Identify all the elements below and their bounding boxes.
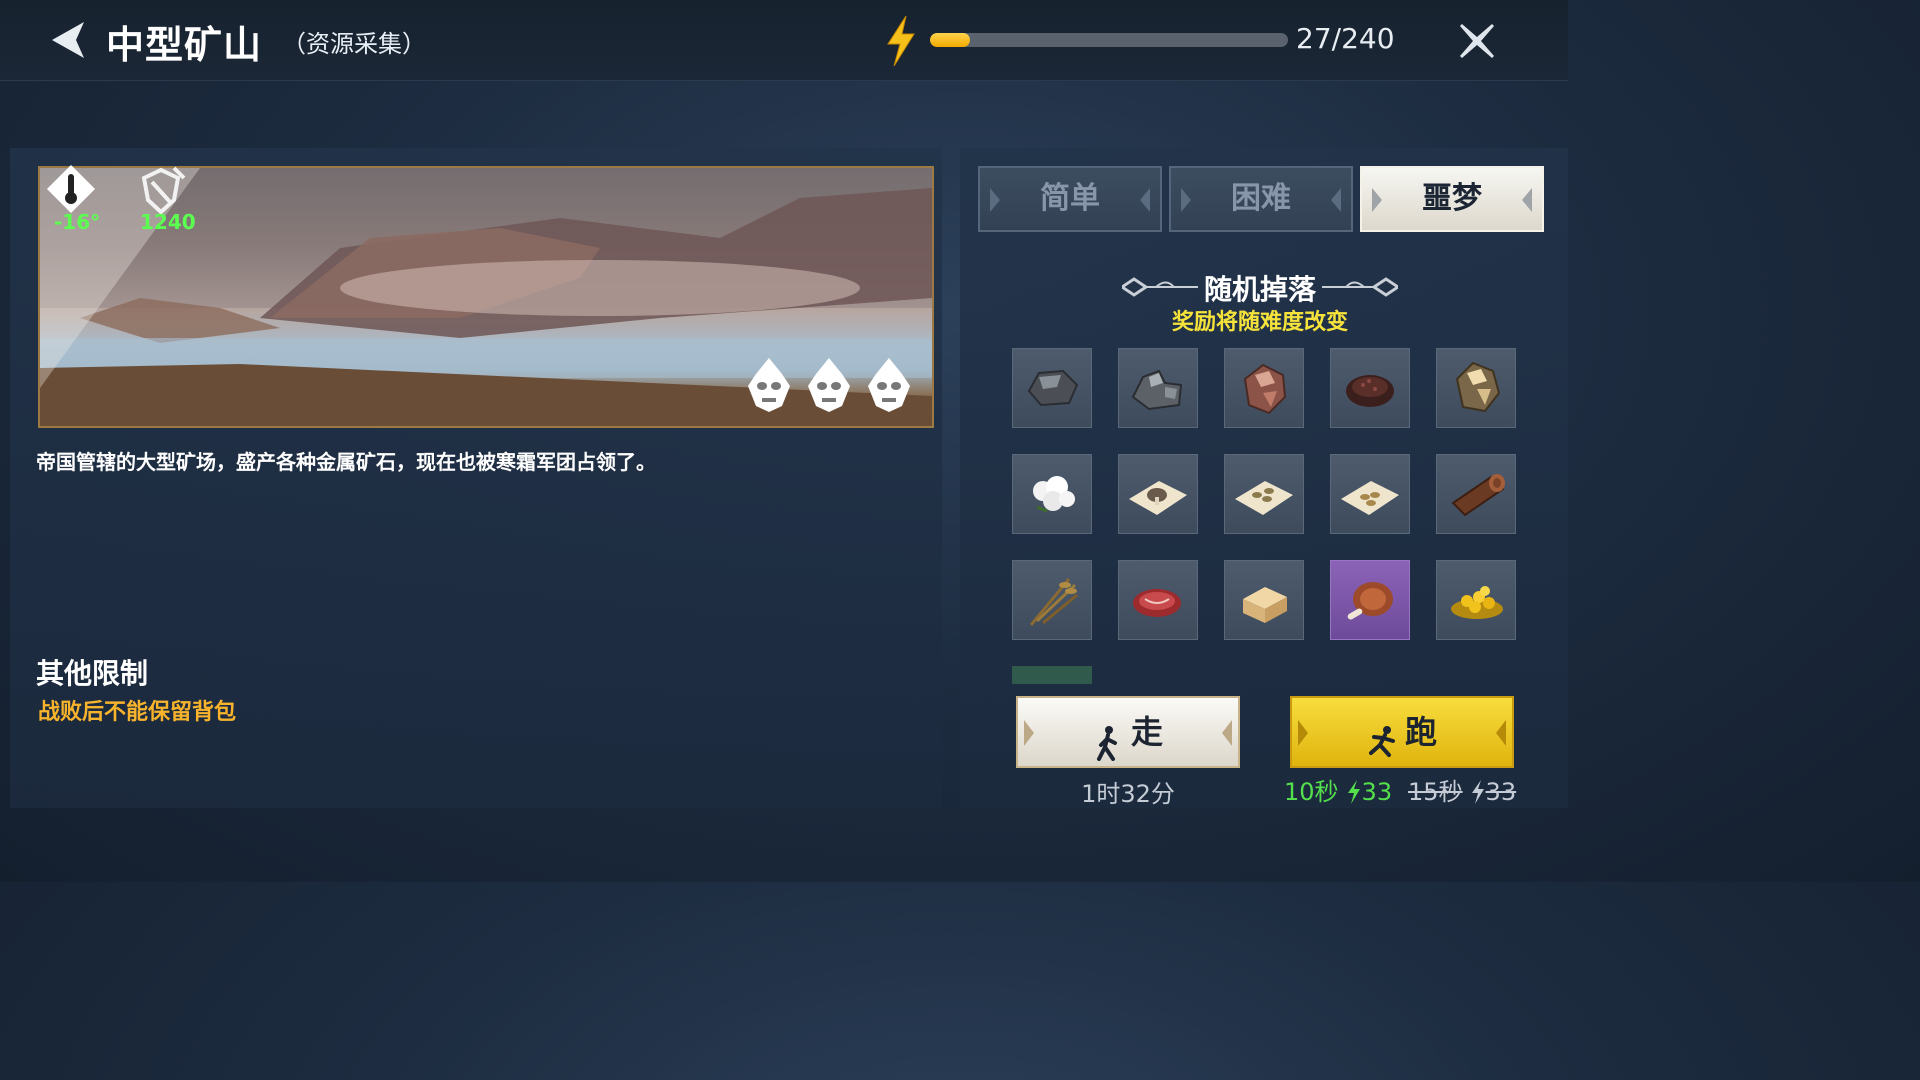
ornament-right-icon [1322,276,1401,298]
close-icon[interactable] [1454,18,1500,64]
location-description: 帝国管辖的大型矿场，盛产各种金属矿石，现在也被寒霜军团占领了。 [36,450,656,474]
energy-bar-fill [930,33,971,47]
energy-bolt-icon [1347,780,1361,804]
limits-title: 其他限制 [36,657,149,690]
limits-text: 战败后不能保留背包 [38,700,237,725]
copper-ore-icon[interactable] [1224,348,1304,428]
gold-ore-icon[interactable] [1436,348,1516,428]
run-cost-row: 10秒 33 [1284,772,1392,807]
power-value: 1240 [140,210,196,234]
tab-arrow-right-icon [1522,188,1532,212]
tab-arrow-left-icon [1181,188,1191,212]
walking-person-icon [1093,716,1123,761]
run-label: 跑 [1404,713,1437,751]
energy-bar [930,33,1288,47]
gold-coins-icon[interactable] [1436,560,1516,640]
wood-log-icon[interactable] [1436,454,1516,534]
tab-label: 噩梦 [1422,181,1482,216]
button-cap-left-icon [1298,720,1308,746]
top-bar: 中型矿山 （资源采集） 27/240 [0,0,1568,81]
iron-ore-icon[interactable] [1012,348,1092,428]
run-button[interactable]: 跑 [1290,696,1514,768]
run-old-energy-cost: 33 [1485,778,1517,806]
wheat-icon[interactable] [1012,560,1092,640]
thermometer-icon [46,164,96,214]
run-old-duration: 15秒 [1408,778,1463,806]
energy-bolt-icon [884,15,918,67]
seed-pack-icon[interactable] [1224,454,1304,534]
button-cap-right-icon [1496,720,1506,746]
walk-duration: 1时32分 [1081,780,1175,808]
ham-icon[interactable] [1330,560,1410,640]
tab-arrow-right-icon [1331,188,1341,212]
tab-easy[interactable]: 简单 [978,166,1162,232]
run-energy-cost: 33 [1361,778,1393,806]
tab-hard[interactable]: 困难 [1169,166,1353,232]
scroll-indicator [1012,666,1092,684]
energy-count: 27/240 [1296,22,1395,55]
tab-arrow-left-icon [990,188,1000,212]
run-duration: 10秒 [1284,778,1339,806]
cotton-icon[interactable] [1012,454,1092,534]
drops-subtitle: 奖励将随难度改变 [1171,310,1348,335]
walk-label: 走 [1130,713,1163,751]
dark-gravel-icon[interactable] [1330,348,1410,428]
button-cap-left-icon [1024,720,1034,746]
tab-arrow-right-icon [1140,188,1150,212]
flour-block-icon[interactable] [1224,560,1304,640]
mushroom-seed-icon[interactable] [1118,454,1198,534]
energy-bolt-icon [1471,780,1485,804]
skull-icon [746,356,792,414]
skull-icon [866,356,912,414]
stone-ore-icon[interactable] [1118,348,1198,428]
page-title: 中型矿山 [106,23,263,67]
tab-arrow-left-icon [1372,188,1382,212]
temperature-value: -16° [54,210,101,234]
walk-button[interactable]: 走 [1016,696,1240,768]
tab-nightmare[interactable]: 噩梦 [1360,166,1544,232]
drops-title: 随机掉落 [1203,273,1316,306]
button-cap-right-icon [1222,720,1232,746]
raw-meat-icon[interactable] [1118,560,1198,640]
tab-label: 简单 [1040,181,1100,216]
page-subtitle: （资源采集） [282,30,426,58]
running-person-icon [1367,716,1397,757]
back-arrow-icon[interactable] [48,18,92,62]
run-old-cost-row: 15秒 33 [1408,772,1516,807]
tab-label: 困难 [1231,181,1291,216]
seed-pack-icon[interactable] [1330,454,1410,534]
skull-icon [806,356,852,414]
